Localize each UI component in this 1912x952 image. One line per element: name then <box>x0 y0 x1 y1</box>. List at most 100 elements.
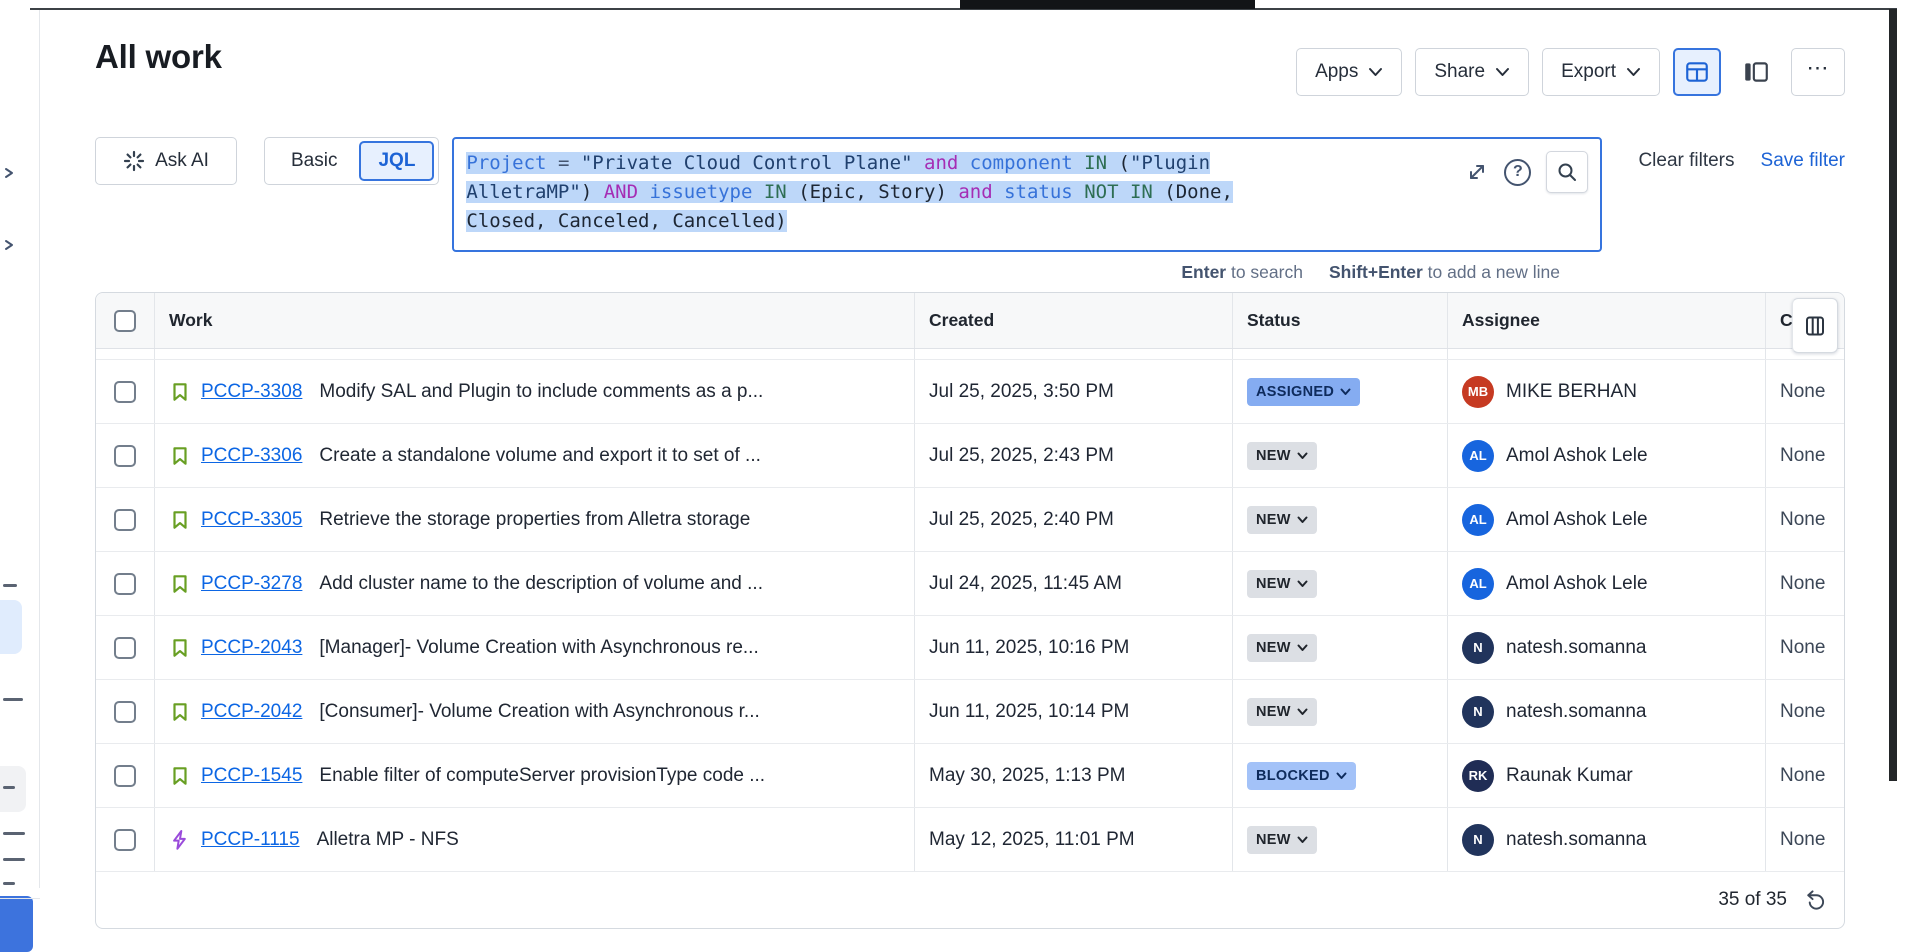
row-checkbox-cell <box>96 680 154 743</box>
row-checkbox[interactable] <box>114 381 136 403</box>
issue-key-link[interactable]: PCCP-3306 <box>201 445 302 467</box>
status-badge[interactable]: NEW <box>1247 442 1317 470</box>
ask-ai-button[interactable]: Ask AI <box>95 137 237 185</box>
row-checkbox-cell <box>96 616 154 679</box>
work-cell: PCCP-3308 Modify SAL and Plugin to inclu… <box>154 360 914 423</box>
column-header-work[interactable]: Work <box>154 293 914 348</box>
syntax-help-icon[interactable]: ? <box>1504 159 1531 186</box>
status-cell: NEW <box>1232 424 1447 487</box>
share-button[interactable]: Share <box>1415 48 1529 96</box>
select-all-checkbox[interactable] <box>114 310 136 332</box>
sidebar-item-truncated <box>3 584 17 587</box>
created-cell: May 12, 2025, 11:01 PM <box>914 808 1232 871</box>
issue-key-link[interactable]: PCCP-1545 <box>201 765 302 787</box>
chevron-right-icon[interactable] <box>2 166 16 180</box>
status-label: NEW <box>1256 512 1291 528</box>
row-checkbox[interactable] <box>114 829 136 851</box>
view-detail-toggle[interactable] <box>1734 48 1778 96</box>
avatar[interactable]: AL <box>1462 568 1494 600</box>
issue-summary[interactable]: Add cluster name to the description of v… <box>319 573 763 595</box>
header-checkbox-cell <box>96 293 154 348</box>
status-badge[interactable]: BLOCKED <box>1247 762 1356 790</box>
more-options-button[interactable]: ⋯ <box>1791 48 1845 96</box>
hint-enter-key: Enter <box>1181 262 1226 282</box>
assignee-cell: MB MIKE BERHAN <box>1447 360 1765 423</box>
chevron-right-icon[interactable] <box>2 238 16 252</box>
status-label: NEW <box>1256 640 1291 656</box>
issue-summary[interactable]: Create a standalone volume and export it… <box>319 445 760 467</box>
top-window-fragment <box>960 0 1255 9</box>
issue-key-link[interactable]: PCCP-3305 <box>201 509 302 531</box>
apps-button[interactable]: Apps <box>1296 48 1402 96</box>
work-cell: PCCP-1545 Enable filter of computeServer… <box>154 744 914 807</box>
status-cell: BLOCKED <box>1232 744 1447 807</box>
jql-editor-content: Project = "Private Cloud Control Plane" … <box>466 149 1588 236</box>
status-cell: NEW <box>1232 616 1447 679</box>
issue-summary[interactable]: Retrieve the storage properties from All… <box>319 509 750 531</box>
issue-key-link[interactable]: PCCP-2043 <box>201 637 302 659</box>
status-badge[interactable]: NEW <box>1247 506 1317 534</box>
jql-line: AlletraMP") AND issuetype IN (Epic, Stor… <box>466 178 1588 207</box>
status-badge[interactable]: NEW <box>1247 570 1317 598</box>
created-cell-value: Jul 25, 2025, 2:43 PM <box>929 445 1114 467</box>
story-icon <box>169 445 191 467</box>
refresh-button[interactable] <box>1803 889 1826 912</box>
extra-cell: None <box>1765 360 1844 423</box>
row-checkbox-cell <box>96 360 154 423</box>
status-badge[interactable]: NEW <box>1247 634 1317 662</box>
save-filter-button[interactable]: Save filter <box>1761 137 1845 185</box>
issue-key-link[interactable]: PCCP-2042 <box>201 701 302 723</box>
avatar[interactable]: AL <box>1462 504 1494 536</box>
page-title: All work <box>95 38 222 76</box>
row-checkbox[interactable] <box>114 701 136 723</box>
created-cell-value: Jul 24, 2025, 11:45 AM <box>929 573 1122 595</box>
row-checkbox[interactable] <box>114 637 136 659</box>
avatar[interactable]: MB <box>1462 376 1494 408</box>
mode-basic-option[interactable]: Basic <box>269 150 359 172</box>
status-badge[interactable]: NEW <box>1247 826 1317 854</box>
column-header-status[interactable]: Status <box>1232 293 1447 348</box>
sidebar-item-truncated <box>3 786 15 789</box>
issue-summary[interactable]: [Consumer]- Volume Creation with Asynchr… <box>319 701 759 723</box>
assignee-name: natesh.somanna <box>1506 701 1647 723</box>
avatar[interactable]: RK <box>1462 760 1494 792</box>
export-button[interactable]: Export <box>1542 48 1660 96</box>
issue-summary[interactable]: Alletra MP - NFS <box>317 829 459 851</box>
configure-columns-button[interactable] <box>1792 298 1838 353</box>
row-checkbox[interactable] <box>114 573 136 595</box>
row-checkbox-cell <box>96 552 154 615</box>
issue-summary[interactable]: Modify SAL and Plugin to include comment… <box>319 381 763 403</box>
row-checkbox[interactable] <box>114 445 136 467</box>
sidebar-item-hovered[interactable] <box>0 766 26 812</box>
view-grid-toggle[interactable] <box>1673 48 1721 96</box>
issue-summary[interactable]: [Manager]- Volume Creation with Asynchro… <box>319 637 758 659</box>
expand-icon[interactable] <box>1465 160 1489 184</box>
jql-editor[interactable]: Project = "Private Cloud Control Plane" … <box>452 137 1602 252</box>
run-search-button[interactable] <box>1546 151 1588 193</box>
avatar[interactable]: AL <box>1462 440 1494 472</box>
extra-cell-value: None <box>1780 445 1825 467</box>
issue-summary[interactable]: Enable filter of computeServer provision… <box>319 765 765 787</box>
status-badge[interactable]: NEW <box>1247 698 1317 726</box>
grid-view-icon <box>1684 59 1710 85</box>
column-header-assignee[interactable]: Assignee <box>1447 293 1765 348</box>
extra-cell-value: None <box>1780 573 1825 595</box>
assignee-cell: RK Raunak Kumar <box>1447 744 1765 807</box>
status-badge[interactable]: ASSIGNED <box>1247 378 1360 406</box>
issue-key-link[interactable]: PCCP-3278 <box>201 573 302 595</box>
clear-filters-button[interactable]: Clear filters <box>1638 137 1734 185</box>
created-cell-value: Jul 25, 2025, 3:50 PM <box>929 381 1114 403</box>
row-checkbox[interactable] <box>114 765 136 787</box>
story-icon <box>169 509 191 531</box>
avatar[interactable]: N <box>1462 632 1494 664</box>
column-header-created[interactable]: Created <box>914 293 1232 348</box>
extra-cell: None <box>1765 616 1844 679</box>
issue-key-link[interactable]: PCCP-1115 <box>201 829 300 851</box>
issue-key-link[interactable]: PCCP-3308 <box>201 381 302 403</box>
sidebar-item-selected[interactable] <box>0 600 22 654</box>
row-checkbox[interactable] <box>114 509 136 531</box>
mode-jql-option[interactable]: JQL <box>359 141 434 181</box>
avatar[interactable]: N <box>1462 824 1494 856</box>
row-checkbox-cell <box>96 488 154 551</box>
avatar[interactable]: N <box>1462 696 1494 728</box>
